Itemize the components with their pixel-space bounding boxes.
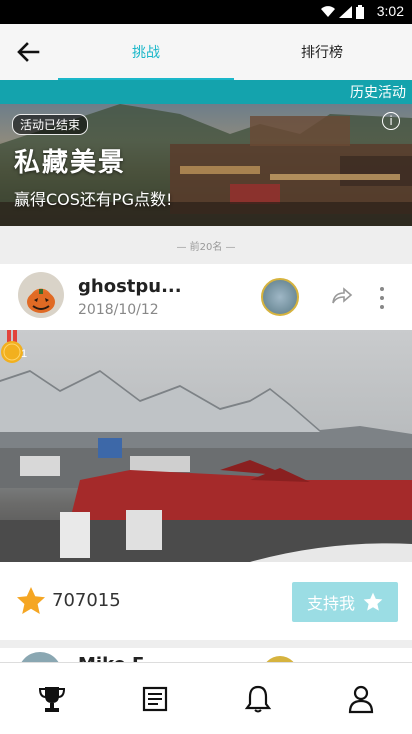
history-bar: 历史活动: [0, 80, 412, 104]
bell-icon: [244, 685, 271, 712]
more-dot: [380, 286, 384, 291]
battery-icon: [356, 5, 364, 19]
rank-number: 1: [21, 348, 28, 360]
challenge-thumbnail[interactable]: [261, 278, 299, 316]
card-separator: [0, 640, 412, 648]
event-banner[interactable]: 活动已结束 私藏美景 赢得COS还有PG点数! i: [0, 104, 412, 226]
more-vert-button[interactable]: [372, 284, 392, 312]
status-bar: 3:02: [0, 0, 412, 24]
share-icon: [332, 287, 353, 304]
event-ended-badge: 活动已结束: [12, 114, 89, 135]
nav-profile[interactable]: [309, 663, 412, 734]
more-dot: [380, 295, 384, 300]
tab-leaderboard[interactable]: 排行榜: [234, 24, 410, 80]
signal-icon: [339, 6, 352, 18]
score-row: 707015 支持我: [0, 576, 412, 626]
support-button[interactable]: 支持我: [292, 582, 398, 622]
wifi-icon: [321, 6, 335, 18]
avatar[interactable]: [18, 652, 62, 662]
history-activities-link[interactable]: 历史活动: [350, 82, 406, 102]
entry-card: ghostpu... 2018/10/12 1 707015 支持我: [0, 264, 412, 640]
photo-scene: [0, 370, 412, 562]
entry-photo[interactable]: 1: [0, 330, 412, 562]
nav-feed[interactable]: [103, 663, 206, 734]
star-icon: [17, 587, 45, 614]
post-date: 2018/10/12: [78, 302, 159, 318]
back-button[interactable]: [12, 36, 44, 68]
avatar[interactable]: [18, 272, 64, 318]
list-icon: [142, 686, 167, 711]
vote-score: 707015: [52, 590, 121, 611]
banner-subtitle: 赢得COS还有PG点数!: [14, 190, 173, 209]
profile-icon: [348, 685, 373, 713]
avatar-image: [27, 289, 55, 313]
arrow-left-icon: [17, 42, 40, 62]
top20-label: — 前20名 —: [0, 226, 412, 264]
status-time: 3:02: [376, 3, 404, 19]
trophy-icon: [38, 686, 65, 712]
share-button[interactable]: [330, 286, 354, 306]
nav-challenges[interactable]: [0, 663, 103, 734]
username[interactable]: ghostpu...: [78, 276, 182, 297]
bottom-navigation: [0, 662, 412, 734]
star-outline-icon: [363, 592, 383, 611]
next-entry-card[interactable]: Mike F...: [0, 648, 412, 662]
nav-notifications[interactable]: [206, 663, 309, 734]
status-icons: [321, 5, 364, 19]
banner-title: 私藏美景: [14, 148, 127, 178]
info-button[interactable]: i: [382, 112, 400, 130]
more-dot: [380, 305, 384, 310]
username[interactable]: Mike F...: [78, 654, 162, 662]
tab-challenge[interactable]: 挑战: [58, 24, 234, 80]
info-icon: i: [389, 114, 393, 128]
app-bar: 挑战 排行榜: [0, 24, 412, 80]
support-button-label: 支持我: [306, 594, 355, 613]
